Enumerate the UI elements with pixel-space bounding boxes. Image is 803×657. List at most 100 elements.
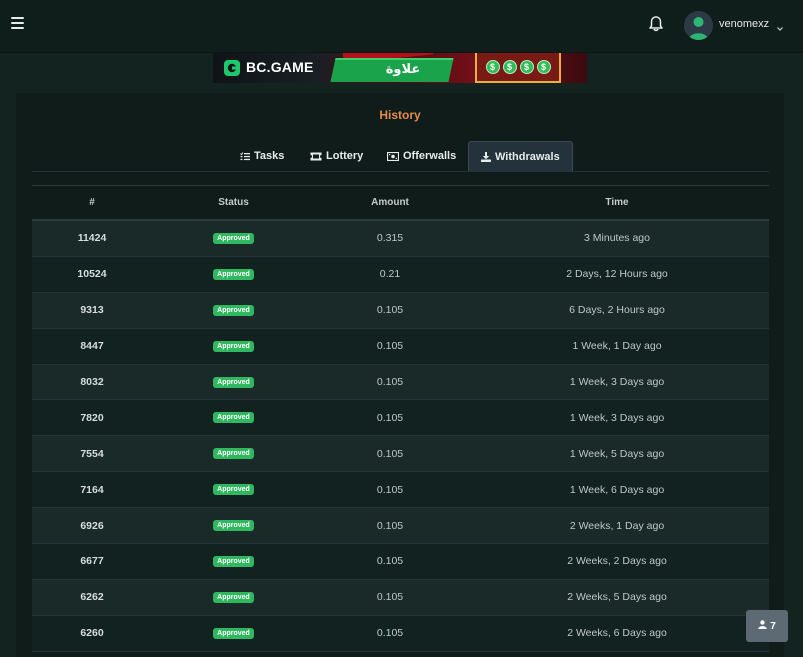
- table-row: 6677 Approved 0.105 2 Weeks, 2 Days ago: [32, 544, 769, 580]
- bc-game-ad-banner[interactable]: BC.GAME علاوة $ $ $ $: [213, 53, 587, 83]
- page-title: History: [379, 108, 421, 122]
- withdrawal-time: 6 Days, 2 Hours ago: [569, 304, 665, 317]
- withdrawal-id: 7554: [80, 447, 104, 460]
- withdrawal-amount: 0.105: [376, 555, 404, 568]
- user-avatar[interactable]: [684, 11, 713, 40]
- withdrawal-id: 6262: [80, 591, 104, 604]
- withdrawal-id: 6260: [80, 627, 104, 640]
- table-row: 6262 Approved 0.105 2 Weeks, 5 Days ago: [32, 579, 769, 616]
- tabs-divider: [32, 171, 769, 172]
- withdrawal-time: 2 Weeks, 5 Days ago: [567, 591, 667, 604]
- column-header-amount: Amount: [371, 197, 409, 208]
- username-label[interactable]: venomexz: [719, 18, 769, 30]
- status-cell: Approved: [152, 472, 315, 507]
- status-badge: Approved: [213, 484, 254, 496]
- ticket-icon: [310, 152, 322, 161]
- table-row: 11424 Approved 0.315 3 Minutes ago: [32, 221, 769, 257]
- withdrawal-amount: 0.105: [376, 340, 404, 353]
- hamburger-line: [11, 17, 24, 19]
- tab-lottery[interactable]: Lottery: [310, 141, 363, 171]
- banner-brand-text: BC.GAME: [246, 59, 314, 75]
- status-badge: Approved: [213, 268, 254, 280]
- withdrawal-time: 2 Days, 12 Hours ago: [566, 268, 668, 281]
- withdrawal-id: 6926: [80, 519, 104, 532]
- withdrawal-time: 2 Weeks, 1 Day ago: [569, 519, 665, 532]
- top-navbar: venomexz: [0, 0, 803, 53]
- money-icon: [387, 151, 399, 161]
- status-cell: Approved: [152, 580, 315, 615]
- status-badge: Approved: [213, 412, 254, 424]
- table-row: 6926 Approved 0.105 2 Weeks, 1 Day ago: [32, 508, 769, 545]
- status-badge: Approved: [213, 627, 254, 639]
- column-header-id: #: [89, 197, 95, 208]
- status-cell: Approved: [152, 257, 315, 292]
- withdrawal-amount: 0.105: [376, 627, 404, 640]
- status-badge: Approved: [213, 591, 254, 603]
- status-badge: Approved: [213, 304, 254, 316]
- tab-label: Tasks: [254, 150, 285, 162]
- withdrawal-amount: 0.105: [376, 304, 404, 317]
- status-cell: Approved: [152, 329, 315, 364]
- withdrawal-id: 7164: [80, 483, 104, 496]
- status-cell: Approved: [152, 293, 315, 328]
- table-row: 6260 Approved 0.105 2 Weeks, 6 Days ago: [32, 615, 769, 652]
- tab-label: Offerwalls: [403, 150, 457, 162]
- status-badge: Approved: [213, 555, 254, 567]
- status-badge: Approved: [213, 520, 254, 532]
- column-header-status: Status: [218, 197, 249, 208]
- withdrawal-time: 1 Week, 3 Days ago: [569, 411, 665, 424]
- hamburger-line: [11, 22, 24, 24]
- tab-offerwalls[interactable]: Offerwalls: [387, 141, 456, 171]
- withdrawal-id: 6677: [80, 555, 104, 568]
- withdrawal-time: 1 Week, 1 Day ago: [572, 340, 662, 353]
- menu-toggle-button[interactable]: [11, 17, 24, 29]
- download-icon: [481, 151, 491, 162]
- user-icon: [758, 620, 767, 632]
- withdrawal-amount: 0.315: [376, 232, 404, 245]
- status-badge: Approved: [213, 340, 254, 352]
- banner-bonus-text: علاوة: [385, 62, 421, 77]
- withdrawal-id: 10524: [77, 268, 107, 281]
- withdrawal-time: 3 Minutes ago: [584, 232, 650, 245]
- withdrawal-time: 2 Weeks, 6 Days ago: [567, 627, 667, 640]
- bc-game-logo-icon: [223, 59, 241, 77]
- withdrawal-amount: 0.105: [376, 376, 404, 388]
- tab-tasks[interactable]: Tasks: [240, 141, 284, 171]
- status-badge: Approved: [213, 448, 254, 460]
- status-cell: Approved: [152, 221, 315, 256]
- table-header: # Status Amount Time: [32, 185, 769, 221]
- withdrawal-time: 1 Week, 3 Days ago: [569, 376, 665, 388]
- chevron-down-icon[interactable]: [776, 20, 784, 31]
- status-cell: Approved: [152, 544, 315, 579]
- withdrawal-amount: 0.105: [376, 411, 404, 424]
- withdrawal-id: 11424: [77, 232, 107, 245]
- hamburger-line: [11, 27, 24, 29]
- withdrawal-amount: 0.105: [376, 591, 404, 604]
- coin-icon: $: [519, 60, 534, 74]
- history-tabs: Tasks Lottery Offerwalls Withdrawals: [32, 141, 769, 171]
- tab-withdrawals[interactable]: Withdrawals: [468, 141, 573, 171]
- history-panel: History Tasks Lottery Offerwalls Withdra…: [16, 93, 784, 657]
- withdrawal-id: 8032: [80, 376, 104, 388]
- tab-label: Withdrawals: [495, 150, 560, 163]
- withdrawal-time: 1 Week, 6 Days ago: [569, 483, 665, 496]
- table-row: 8032 Approved 0.105 1 Week, 3 Days ago: [32, 364, 769, 401]
- withdrawal-amount: 0.21: [379, 268, 401, 281]
- withdrawal-amount: 0.105: [376, 447, 404, 460]
- status-cell: Approved: [152, 365, 315, 400]
- withdrawal-time: 2 Weeks, 2 Days ago: [567, 555, 667, 568]
- withdrawal-id: 8447: [80, 340, 104, 353]
- table-row: 7820 Approved 0.105 1 Week, 3 Days ago: [32, 400, 769, 437]
- online-users-button[interactable]: 7: [746, 610, 788, 642]
- withdrawal-time: 1 Week, 5 Days ago: [569, 447, 665, 460]
- status-badge: Approved: [213, 376, 254, 388]
- tab-label: Lottery: [326, 150, 364, 162]
- slot-machine-graphic: $ $ $ $: [475, 53, 561, 83]
- withdrawal-amount: 0.105: [376, 483, 404, 496]
- table-row: 7164 Approved 0.105 1 Week, 6 Days ago: [32, 472, 769, 509]
- table-row: 9313 Approved 0.105 6 Days, 2 Hours ago: [32, 292, 769, 329]
- withdrawal-id: 9313: [80, 304, 104, 317]
- status-cell: Approved: [152, 616, 315, 651]
- notification-bell-icon[interactable]: [646, 14, 666, 34]
- status-cell: Approved: [152, 400, 315, 435]
